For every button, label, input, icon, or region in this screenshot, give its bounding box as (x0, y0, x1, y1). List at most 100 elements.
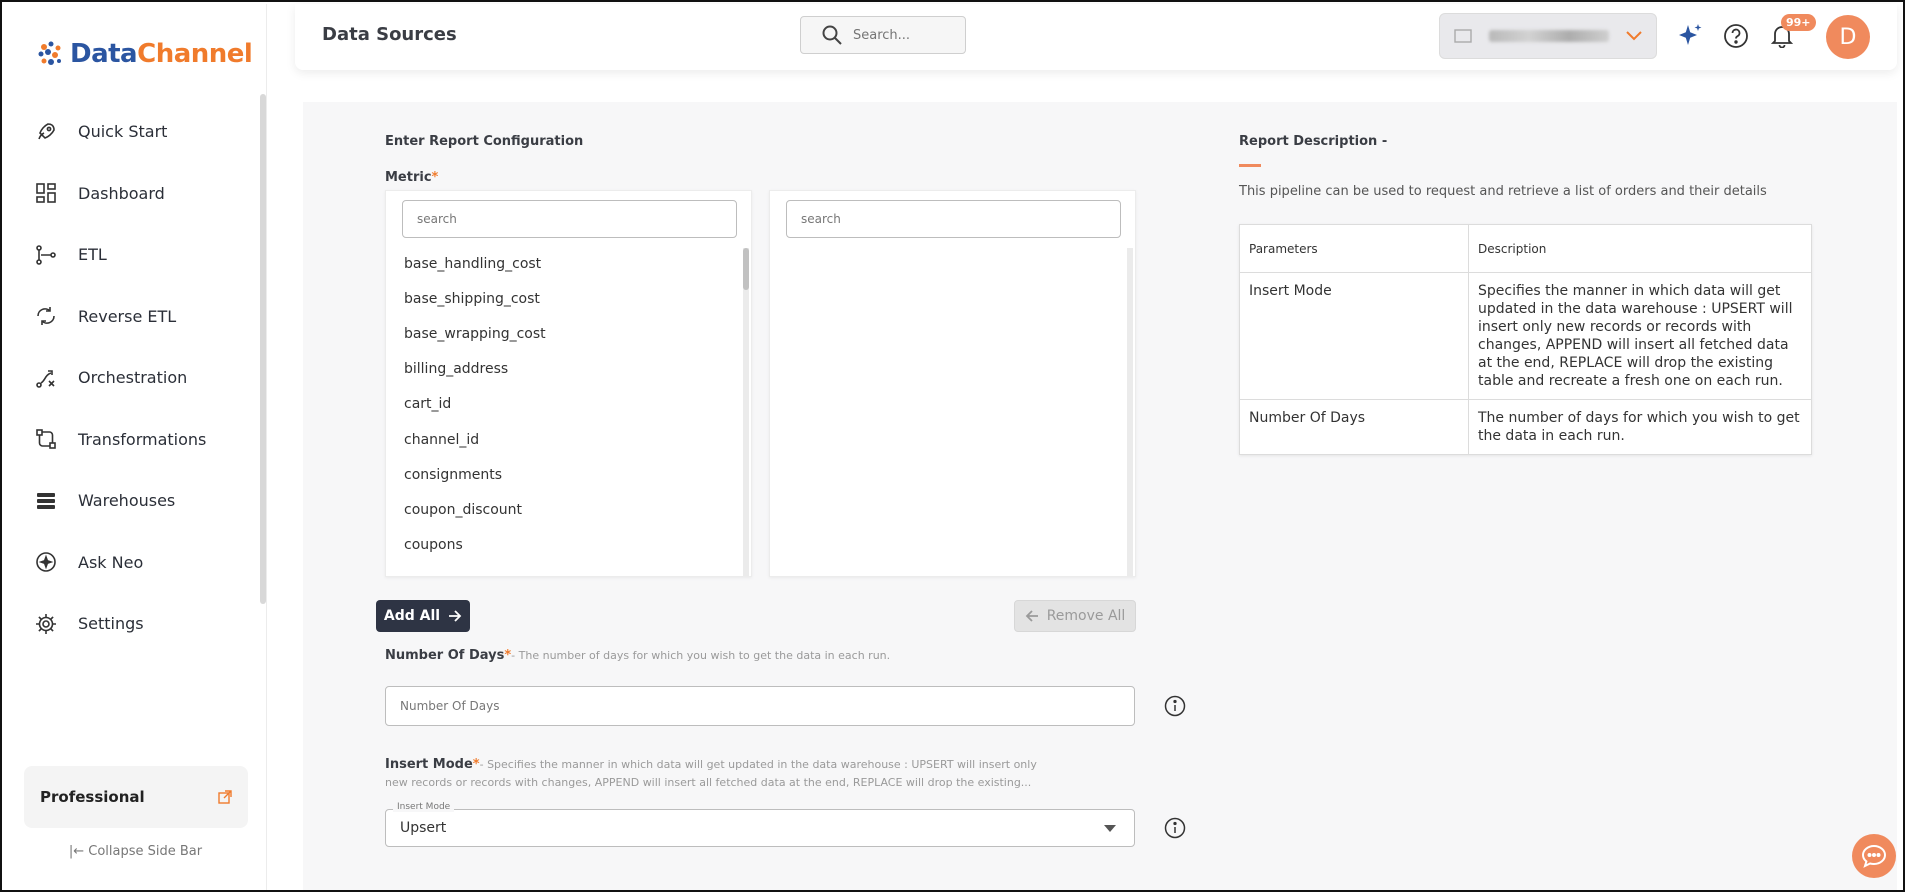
selected-metrics-scrollbar[interactable] (1127, 248, 1133, 576)
user-avatar[interactable]: D (1826, 15, 1870, 59)
add-all-button[interactable]: Add All (376, 600, 470, 632)
page-title: Data Sources (322, 24, 457, 45)
metric-list-item[interactable]: coupons (404, 528, 546, 563)
warehouses-icon (32, 487, 60, 515)
chevron-down-icon (1626, 31, 1642, 41)
table-row: Number Of Days The number of days for wh… (1239, 399, 1812, 455)
selected-metrics-list: search (769, 190, 1136, 577)
gear-icon (32, 610, 60, 638)
brand-name: DataChannel (70, 39, 253, 69)
param-cell: Insert Mode (1239, 272, 1469, 400)
param-cell: Number Of Days (1239, 399, 1469, 455)
search-icon (822, 25, 842, 45)
help-button[interactable] (1721, 21, 1751, 51)
title-underline (1239, 164, 1261, 167)
top-bar: Data Sources 99+ D (295, 4, 1897, 70)
available-metrics-scroll-thumb[interactable] (743, 248, 749, 290)
available-metrics-search[interactable]: search (402, 200, 737, 238)
sidebar-item-ask-neo[interactable]: Ask Neo (4, 532, 254, 594)
info-icon[interactable] (1164, 817, 1186, 839)
available-metrics-scrollbar[interactable] (743, 248, 749, 576)
number-of-days-input[interactable]: Number Of Days (385, 686, 1135, 726)
dashboard-grid-icon (32, 179, 60, 207)
sparkle-icon (1679, 24, 1702, 45)
arrow-right-icon (449, 610, 462, 622)
desc-cell: The number of days for which you wish to… (1468, 399, 1812, 455)
external-link-icon[interactable] (218, 790, 232, 804)
sidebar-item-label: Warehouses (78, 491, 176, 511)
collapse-sidebar-button[interactable]: |← Collapse Side Bar (4, 844, 267, 859)
sidebar-item-quick-start[interactable]: Quick Start (4, 101, 254, 163)
selected-metrics-search[interactable]: search (786, 200, 1121, 238)
collapse-label: Collapse Side Bar (88, 844, 203, 859)
column-header: Description (1468, 224, 1812, 273)
days-label: Number Of Days*- The number of days for … (385, 648, 891, 663)
chat-button[interactable] (1852, 834, 1896, 878)
report-config-panel: Enter Report Configuration Metric* searc… (303, 102, 1897, 890)
sidebar-item-label: Dashboard (78, 183, 165, 203)
help-icon (1724, 24, 1748, 48)
sidebar-item-label: Ask Neo (78, 552, 144, 572)
app-window: DataChannel Quick Start Dashboard ETL Re… (0, 0, 1905, 892)
sidebar-nav: Quick Start Dashboard ETL Reverse ETL Or… (4, 101, 254, 655)
plan-name: Professional (40, 788, 145, 806)
rocket-icon (32, 118, 60, 146)
workspace-select[interactable] (1439, 13, 1657, 59)
info-icon[interactable] (1164, 695, 1186, 717)
sidebar-item-reverse-etl[interactable]: Reverse ETL (4, 286, 254, 348)
plan-card[interactable]: Professional (24, 766, 248, 828)
notifications-badge: 99+ (1781, 14, 1816, 31)
metric-list-item[interactable]: base_wrapping_cost (404, 316, 546, 351)
parameters-table: Parameters Description Insert Mode Speci… (1239, 224, 1812, 455)
sidebar-scrollbar[interactable] (260, 94, 266, 604)
brand-logo[interactable]: DataChannel (34, 34, 253, 74)
metric-list-item[interactable]: billing_address (404, 352, 546, 387)
sidebar-item-warehouses[interactable]: Warehouses (4, 470, 254, 532)
insert-mode-value: Upsert (400, 820, 447, 836)
table-row: Insert Mode Specifies the manner in whic… (1239, 272, 1812, 400)
report-description-text: This pipeline can be used to request and… (1239, 184, 1767, 199)
arrow-left-icon (1025, 610, 1038, 622)
metric-list-item[interactable]: cart_id (404, 387, 546, 422)
metric-list-item[interactable]: consignments (404, 457, 546, 492)
collapse-arrow-icon: |← (68, 844, 89, 859)
datachannel-logo-icon (38, 41, 61, 65)
insert-help-line2: new records or records with changes, APP… (385, 776, 1032, 789)
remove-all-label: Remove All (1046, 608, 1126, 624)
sidebar-item-transformations[interactable]: Transformations (4, 409, 254, 471)
sidebar-item-label: Quick Start (78, 122, 168, 142)
report-description-title: Report Description - (1239, 134, 1388, 149)
table-header-row: Parameters Description (1239, 224, 1812, 273)
sidebar: DataChannel Quick Start Dashboard ETL Re… (4, 4, 267, 890)
days-help-text: - The number of days for which you wish … (511, 649, 891, 662)
metric-list-item[interactable]: base_shipping_cost (404, 281, 546, 316)
transformations-icon (32, 425, 60, 453)
metric-list-item[interactable]: base_handling_cost (404, 246, 546, 281)
remove-all-button[interactable]: Remove All (1014, 600, 1136, 632)
orchestration-icon (32, 364, 60, 392)
search-input[interactable] (853, 27, 953, 43)
sidebar-item-etl[interactable]: ETL (4, 224, 254, 286)
available-metrics-items: base_handling_cost base_shipping_cost ba… (404, 246, 546, 563)
sidebar-item-label: Reverse ETL (78, 306, 177, 326)
chat-bubble-icon (1861, 844, 1887, 868)
sidebar-item-label: Transformations (78, 429, 207, 449)
sidebar-item-settings[interactable]: Settings (4, 593, 254, 655)
workspace-name-redacted (1489, 30, 1609, 42)
insert-mode-select[interactable]: Upsert (385, 809, 1135, 847)
desc-cell: Specifies the manner in which data will … (1468, 272, 1812, 400)
column-header: Parameters (1239, 224, 1469, 273)
sidebar-item-orchestration[interactable]: Orchestration (4, 347, 254, 409)
ai-sparkle-button[interactable] (1675, 21, 1705, 51)
metric-list-item[interactable]: channel_id (404, 422, 546, 457)
sidebar-item-label: Settings (78, 614, 144, 634)
sidebar-item-label: ETL (78, 245, 107, 265)
insert-mode-label: Insert Mode*- Specifies the manner in wh… (385, 757, 1037, 789)
sparkle-icon (32, 548, 60, 576)
available-metrics-list: search base_handling_cost base_shipping_… (385, 190, 752, 577)
sidebar-item-dashboard[interactable]: Dashboard (4, 163, 254, 225)
global-search[interactable] (800, 16, 966, 54)
metric-label: Metric* (385, 170, 439, 185)
metric-list-item[interactable]: coupon_discount (404, 492, 546, 527)
dropdown-caret-icon (1104, 825, 1116, 832)
